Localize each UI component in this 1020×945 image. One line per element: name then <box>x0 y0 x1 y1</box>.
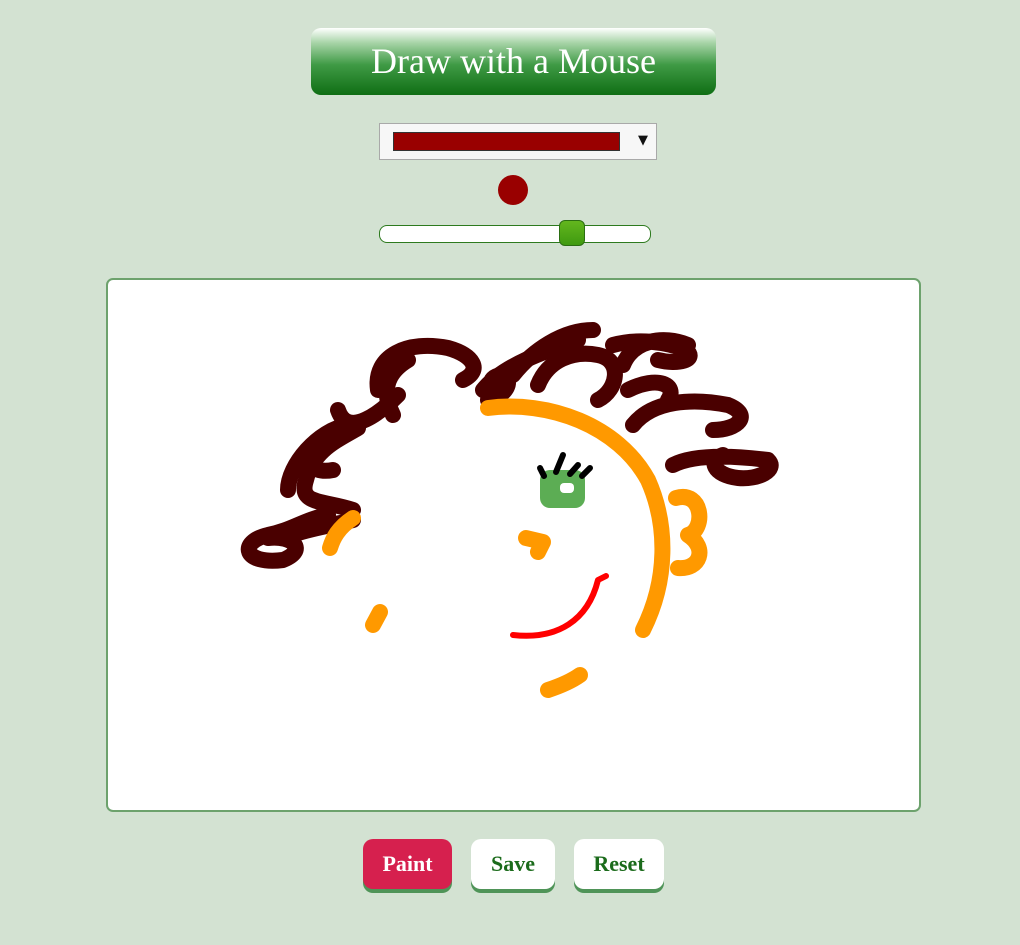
dropdown-arrow-icon: ▼ <box>638 133 648 148</box>
face-strokes <box>322 398 708 698</box>
mouth-stroke <box>510 573 609 639</box>
selected-color-swatch <box>393 132 620 151</box>
save-button[interactable]: Save <box>471 839 555 889</box>
drawing-strokes <box>240 322 779 698</box>
paint-button[interactable]: Paint <box>363 839 452 889</box>
app-title: Draw with a Mouse <box>311 28 716 95</box>
drawing-canvas[interactable] <box>106 278 921 812</box>
reset-button[interactable]: Reset <box>574 839 664 889</box>
eye-strokes <box>537 452 593 508</box>
brush-size-slider-thumb[interactable] <box>559 220 585 246</box>
color-select-dropdown[interactable]: ▼ <box>379 123 657 160</box>
brush-size-slider[interactable] <box>379 220 651 246</box>
brush-preview-dot <box>498 175 528 205</box>
